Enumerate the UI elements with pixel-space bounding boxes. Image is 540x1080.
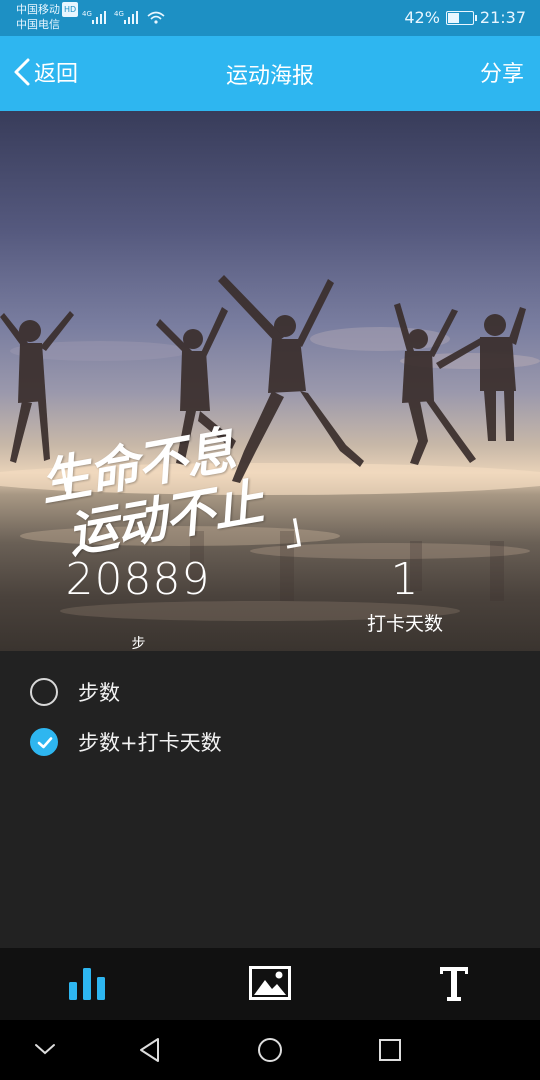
option-steps-and-days-label: 步数+打卡天数 (78, 731, 222, 755)
carrier-1: 中国移动 (16, 3, 60, 16)
option-steps-and-days[interactable]: 步数+打卡天数 (30, 727, 222, 757)
battery-icon (445, 10, 477, 25)
page-title: 运动海报 (225, 64, 314, 89)
radio-unchecked-icon[interactable] (30, 678, 58, 706)
home-circle-icon (258, 1038, 282, 1062)
editor-toolbar (0, 948, 540, 1020)
text-tool-button[interactable] (432, 964, 476, 1004)
back-triangle-icon (140, 1038, 159, 1062)
background-tool-button[interactable] (248, 964, 292, 1004)
system-nav-bar (0, 1020, 540, 1080)
days-label: 打卡天数 (366, 613, 443, 635)
signal-icons: 4G 4G (82, 8, 172, 29)
image-icon (249, 966, 291, 1000)
title-bar: 返回 运动海报 分享 (0, 36, 540, 111)
radio-checked-icon[interactable] (30, 728, 58, 756)
nav-home-button[interactable] (256, 1036, 284, 1068)
chevron-down-icon (35, 1044, 55, 1055)
battery-fill (447, 12, 459, 23)
status-right: 42% 21:37 (404, 8, 526, 27)
option-steps-label: 步数 (78, 681, 120, 705)
nav-collapse-button[interactable] (32, 1040, 58, 1062)
carrier-2: 中国电信 (16, 18, 60, 31)
option-steps[interactable]: 步数 (30, 677, 120, 707)
sport-poster: 「 生命不息 运动不止 」 20889步 步数 1 打卡天数 (0, 111, 540, 651)
data-tool-button[interactable] (66, 964, 110, 1004)
recents-square-icon (379, 1039, 401, 1061)
share-button[interactable]: 分享 (480, 56, 524, 88)
network-1-label: 4G (82, 10, 92, 18)
check-icon (37, 737, 53, 749)
battery-percent: 42% (404, 8, 440, 27)
nav-recents-button[interactable] (376, 1036, 404, 1068)
days-value: 1 (390, 554, 420, 605)
signal-icon: 4G 4G (82, 10, 165, 24)
text-icon (440, 967, 468, 1001)
hd-badge: HD (62, 2, 79, 17)
network-2-label: 4G (114, 10, 124, 18)
status-bar: 中国移动 HD 中国电信 4G 4G 42% 21:37 (0, 0, 540, 36)
clock: 21:37 (479, 8, 526, 27)
chart-icon (69, 968, 105, 1000)
steps-stat: 20889步 步数 (58, 553, 218, 651)
steps-unit: 步 (131, 636, 147, 651)
display-options: 步数 步数+打卡天数 (0, 651, 540, 948)
steps-value: 20889 (65, 554, 211, 605)
carrier-info: 中国移动 HD 中国电信 (16, 2, 79, 32)
nav-back-button[interactable] (136, 1036, 164, 1068)
days-stat: 1 打卡天数 (345, 553, 465, 636)
